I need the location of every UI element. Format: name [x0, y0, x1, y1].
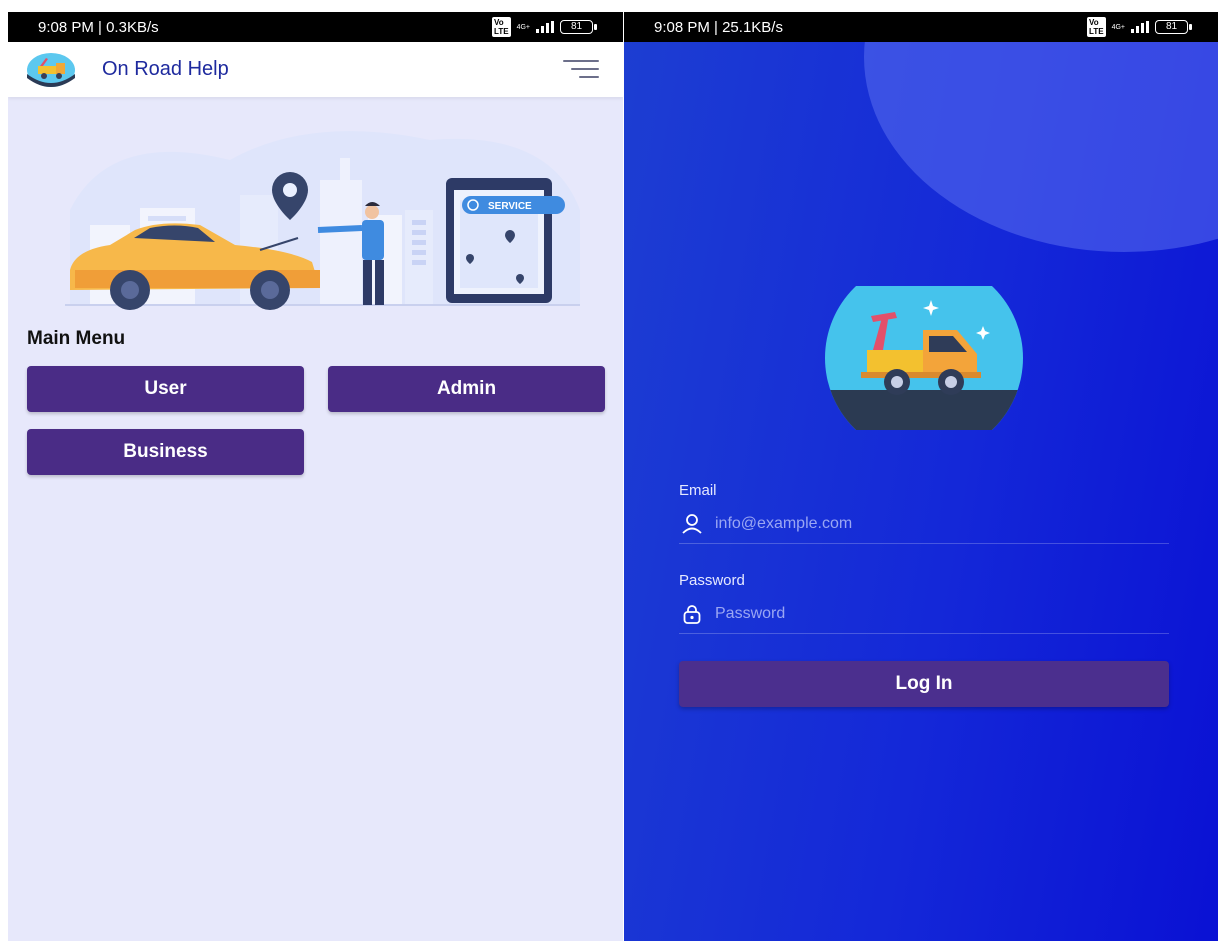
lock-icon — [683, 604, 701, 624]
app-title: On Road Help — [102, 58, 229, 80]
app-bar: On Road Help — [8, 42, 623, 97]
battery-level: 81 — [570, 21, 583, 32]
volte-icon: Vo LTE — [1087, 17, 1106, 37]
status-icons: Vo LTE 4G+ 81 — [492, 17, 597, 37]
password-input[interactable] — [715, 604, 1155, 623]
admin-button[interactable]: Admin — [328, 366, 605, 412]
tow-truck-icon — [825, 286, 1023, 430]
status-bar: 9:08 PM | 0.3KB/s Vo LTE 4G+ 81 — [8, 12, 623, 42]
email-field — [679, 504, 1169, 544]
decorative-circle — [864, 12, 1218, 252]
tow-truck-icon — [27, 52, 75, 87]
status-time: 9:08 PM | 0.3KB/s — [38, 18, 159, 36]
battery-icon: 81 — [560, 20, 597, 34]
hero-illustration: SERVICE — [65, 131, 580, 310]
battery-icon: 81 — [1155, 20, 1192, 34]
service-badge: SERVICE — [488, 201, 532, 212]
signal-icon — [1131, 21, 1149, 33]
network-type: 4G+ — [516, 23, 530, 31]
password-field — [679, 594, 1169, 634]
password-label: Password — [679, 572, 745, 589]
login-screen: 9:08 PM | 25.1KB/s Vo LTE 4G+ 81 Email i… — [624, 12, 1218, 941]
signal-icon — [536, 21, 554, 33]
status-time: 9:08 PM | 25.1KB/s — [654, 18, 783, 36]
login-button[interactable]: Log In — [679, 661, 1169, 707]
user-icon — [682, 513, 702, 534]
home-screen: 9:08 PM | 0.3KB/s Vo LTE 4G+ 81 On Road H… — [8, 12, 623, 941]
main-menu-title: Main Menu — [27, 328, 126, 349]
user-button[interactable]: User — [27, 366, 304, 412]
battery-level: 81 — [1165, 21, 1178, 32]
status-bar: 9:08 PM | 25.1KB/s Vo LTE 4G+ 81 — [624, 12, 1218, 42]
network-type: 4G+ — [1111, 23, 1125, 31]
status-icons: Vo LTE 4G+ 81 — [1087, 17, 1192, 37]
email-input[interactable] — [715, 514, 1155, 533]
email-label: Email — [679, 482, 717, 499]
business-button[interactable]: Business — [27, 429, 304, 475]
volte-icon: Vo LTE — [492, 17, 511, 37]
hamburger-menu-icon[interactable] — [563, 60, 599, 80]
